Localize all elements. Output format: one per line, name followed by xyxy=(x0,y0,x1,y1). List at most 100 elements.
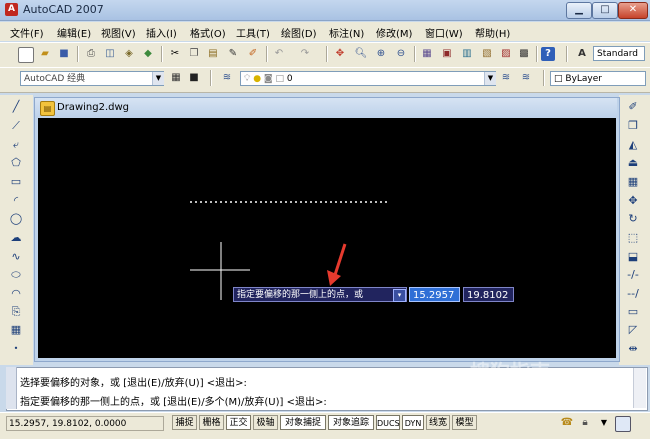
open-icon[interactable]: ▰ xyxy=(38,47,52,61)
otrack-toggle[interactable]: 对象追踪 xyxy=(328,415,374,430)
snap-toggle[interactable]: 捕捉 xyxy=(172,415,197,430)
extend-icon[interactable]: --/ xyxy=(626,287,640,301)
cut-icon[interactable]: ✂ xyxy=(168,47,182,61)
menu-window[interactable]: 窗口(W) xyxy=(425,25,463,40)
explode-icon[interactable]: ⇹ xyxy=(626,342,640,356)
drawing-canvas[interactable] xyxy=(38,118,616,358)
clean-screen-icon[interactable] xyxy=(615,416,631,432)
calculator-icon[interactable]: ▩ xyxy=(517,47,531,61)
linetype-select[interactable]: □ ByLayer xyxy=(550,71,646,86)
design-center-icon[interactable]: ▣ xyxy=(440,47,454,61)
point-icon[interactable]: • xyxy=(9,342,23,356)
menu-edit[interactable]: 编辑(E) xyxy=(57,25,91,40)
dynamic-input-x-field[interactable]: 15.2957 xyxy=(409,287,460,302)
preview-icon[interactable]: ◫ xyxy=(103,47,117,61)
insert-block-icon[interactable]: ⎘ xyxy=(9,305,23,319)
menu-dimension[interactable]: 标注(N) xyxy=(329,25,364,40)
save-workspace-icon[interactable]: ■ xyxy=(187,71,201,85)
paste-icon[interactable]: ▤ xyxy=(206,47,220,61)
copy-icon[interactable]: ❐ xyxy=(187,47,201,61)
erase-icon[interactable]: ✐ xyxy=(626,100,640,114)
move-icon[interactable]: ✥ xyxy=(626,194,640,208)
maximize-button[interactable]: □ xyxy=(592,2,618,19)
ortho-toggle[interactable]: 正交 xyxy=(226,415,251,430)
help-icon[interactable]: ? xyxy=(541,47,555,61)
revision-cloud-icon[interactable]: ☁ xyxy=(9,231,23,245)
tool-palettes-icon[interactable]: ▥ xyxy=(460,47,474,61)
new-icon[interactable] xyxy=(18,47,34,63)
menu-file[interactable]: 文件(F) xyxy=(10,25,44,40)
ellipse-arc-icon[interactable]: ◠ xyxy=(9,287,23,301)
zoom-window-icon[interactable]: ⊕ xyxy=(374,47,388,61)
menu-insert[interactable]: 插入(I) xyxy=(146,25,177,40)
scale-icon[interactable]: ⬚ xyxy=(626,231,640,245)
minimize-button[interactable]: ▁ xyxy=(566,2,592,19)
menu-tools[interactable]: 工具(T) xyxy=(236,25,270,40)
ellipse-icon[interactable]: ⬭ xyxy=(9,268,23,282)
grid-toggle[interactable]: 栅格 xyxy=(199,415,224,430)
layer-select[interactable]: 💡︎ ● ◙ □ 0 xyxy=(240,71,496,86)
model-toggle[interactable]: 模型 xyxy=(452,415,477,430)
plot-icon[interactable]: ◆ xyxy=(141,47,155,61)
construction-line-icon[interactable]: ⟋ xyxy=(9,119,23,133)
coordinate-readout[interactable]: 15.2957, 19.8102, 0.0000 xyxy=(6,416,164,431)
redo-icon[interactable]: ↷ xyxy=(298,47,312,61)
sheet-set-icon[interactable]: ▧ xyxy=(480,47,494,61)
spline-icon[interactable]: ∿ xyxy=(9,250,23,264)
text-style-select[interactable]: Standard xyxy=(593,46,645,61)
workspace-select[interactable]: AutoCAD 经典 xyxy=(20,71,164,86)
layer-previous-icon[interactable]: ≋ xyxy=(519,71,533,85)
status-menu-icon[interactable]: ▼ xyxy=(597,416,611,430)
circle-icon[interactable]: ◯ xyxy=(9,212,23,226)
dynamic-input-options-icon[interactable]: ▾ xyxy=(393,289,406,302)
menu-modify[interactable]: 修改(M) xyxy=(376,25,412,40)
dynamic-input-y-field[interactable]: 19.8102 xyxy=(463,287,514,302)
copy-object-icon[interactable]: ❐ xyxy=(626,119,640,133)
undo-icon[interactable]: ↶ xyxy=(272,47,286,61)
text-style-icon[interactable]: A xyxy=(575,47,589,61)
mirror-icon[interactable]: ◭ xyxy=(626,138,640,152)
zoom-previous-icon[interactable]: ⊖ xyxy=(394,47,408,61)
menu-view[interactable]: 视图(V) xyxy=(101,25,136,40)
trim-icon[interactable]: -/- xyxy=(626,268,640,282)
lineweight-toggle[interactable]: 线宽 xyxy=(426,415,450,430)
menu-draw[interactable]: 绘图(D) xyxy=(281,25,317,40)
markup-icon[interactable]: ▨ xyxy=(499,47,513,61)
block-editor-icon[interactable]: ✐ xyxy=(246,47,260,61)
zoom-realtime-icon[interactable]: 🔍︎ xyxy=(354,47,368,61)
rotate-icon[interactable]: ↻ xyxy=(626,212,640,226)
polar-toggle[interactable]: 极轴 xyxy=(253,415,278,430)
match-properties-icon[interactable]: ✎ xyxy=(226,47,240,61)
make-block-icon[interactable]: ▦ xyxy=(9,323,23,337)
chevron-down-icon[interactable]: ▼ xyxy=(484,72,496,85)
menu-help[interactable]: 帮助(H) xyxy=(475,25,510,40)
autocad-logo-icon[interactable]: A xyxy=(5,3,18,16)
command-line-scrollbar[interactable] xyxy=(633,368,646,408)
dyn-toggle[interactable]: DYN xyxy=(402,415,424,430)
print-icon[interactable]: ⎙ xyxy=(84,47,98,61)
communication-center-icon[interactable]: ☎ xyxy=(560,416,574,430)
make-current-layer-icon[interactable]: ≋ xyxy=(499,71,513,85)
break-icon[interactable]: ▭ xyxy=(626,305,640,319)
properties-icon[interactable]: ▦ xyxy=(420,47,434,61)
menu-format[interactable]: 格式(O) xyxy=(190,25,226,40)
line-icon[interactable]: ╱ xyxy=(9,100,23,114)
chamfer-icon[interactable]: ◸ xyxy=(626,323,640,337)
save-icon[interactable]: ■ xyxy=(57,47,71,61)
polyline-icon[interactable]: ⤶ xyxy=(9,138,23,152)
offset-icon[interactable]: ⏏ xyxy=(626,156,640,170)
command-prompt-line[interactable]: 指定要偏移的那一侧上的点，或 [退出(E)/多个(M)/放弃(U)] <退出>: xyxy=(20,393,327,408)
rectangle-icon[interactable]: ▭ xyxy=(9,175,23,189)
osnap-toggle[interactable]: 对象捕捉 xyxy=(280,415,326,430)
arc-icon[interactable]: ◜ xyxy=(9,194,23,208)
polygon-icon[interactable]: ⬠ xyxy=(9,156,23,170)
array-icon[interactable]: ▦ xyxy=(626,175,640,189)
lock-icon[interactable]: 🔒︎ xyxy=(578,416,592,430)
pan-icon[interactable]: ✥ xyxy=(333,47,347,61)
close-button[interactable]: ✕ xyxy=(618,2,648,19)
stretch-icon[interactable]: ⬓ xyxy=(626,250,640,264)
chevron-down-icon[interactable]: ▼ xyxy=(152,72,164,85)
publish-icon[interactable]: ◈ xyxy=(122,47,136,61)
layer-manager-icon[interactable]: ≋ xyxy=(220,71,234,85)
command-line-grip[interactable] xyxy=(6,367,17,409)
